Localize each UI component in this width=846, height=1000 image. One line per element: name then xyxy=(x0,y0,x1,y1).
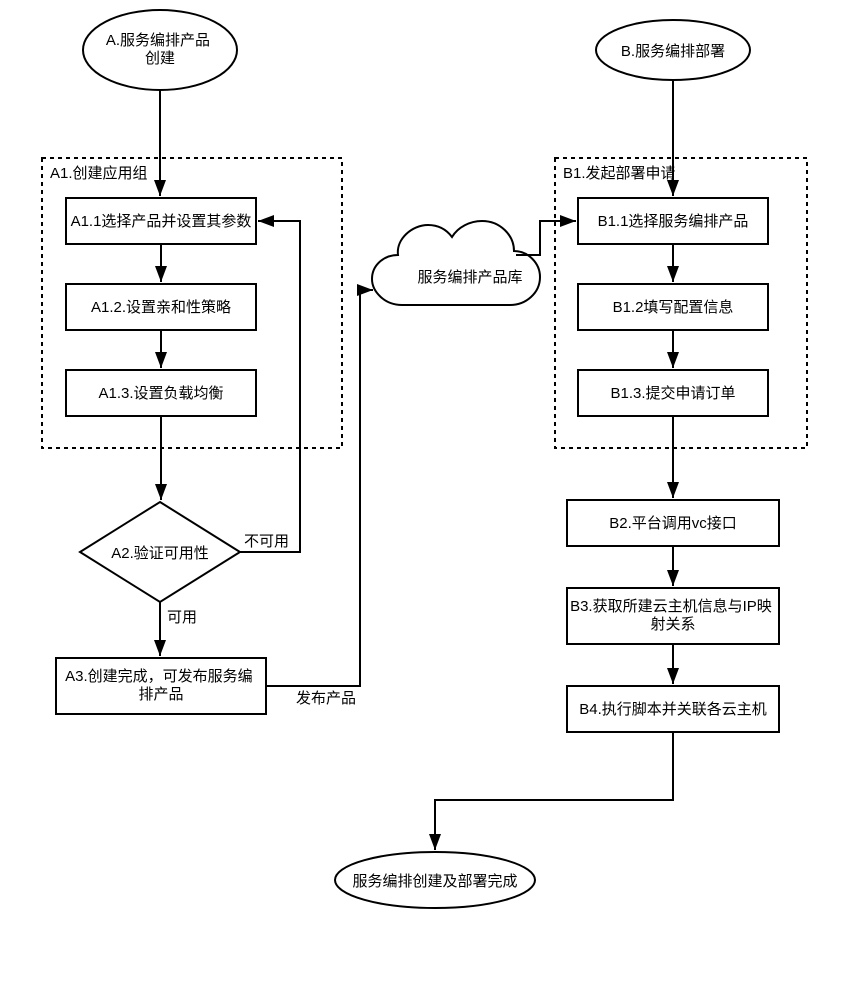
label-unavailable: 不可用 xyxy=(244,533,289,550)
label-publish: 发布产品 xyxy=(296,690,356,707)
node-b11-label: B1.1选择服务编排产品 xyxy=(598,213,749,230)
node-a2-label: A2.验证可用性 xyxy=(111,545,209,562)
node-end-label: 服务编排创建及部署完成 xyxy=(352,873,517,890)
node-b12-label: B1.2填写配置信息 xyxy=(613,299,734,316)
node-b4-label: B4.执行脚本并关联各云主机 xyxy=(579,701,767,718)
group-b1-label: B1.发起部署申请 xyxy=(563,165,676,182)
group-a1-label: A1.创建应用组 xyxy=(50,164,148,182)
edge-a3-to-cloud xyxy=(266,290,373,686)
node-a11-label: A1.1选择产品并设置其参数 xyxy=(71,213,252,230)
edge-cloud-to-b11 xyxy=(516,221,576,255)
node-a13-label: A1.3.设置负载均衡 xyxy=(98,385,223,402)
node-a12-label: A1.2.设置亲和性策略 xyxy=(91,299,231,316)
label-available: 可用 xyxy=(167,609,197,626)
edge-b4-to-end xyxy=(435,732,673,850)
node-b13-label: B1.3.提交申请订单 xyxy=(610,384,735,402)
node-b-start-label: B.服务编排部署 xyxy=(621,43,725,60)
node-cloud xyxy=(372,221,540,305)
flowchart: A.服务编排产品 创建 B.服务编排部署 A1.创建应用组 A1.1选择产品并设… xyxy=(0,0,846,1000)
node-b2-label: B2.平台调用vc接口 xyxy=(609,515,737,532)
node-cloud-label: 服务编排产品库 xyxy=(417,269,522,286)
